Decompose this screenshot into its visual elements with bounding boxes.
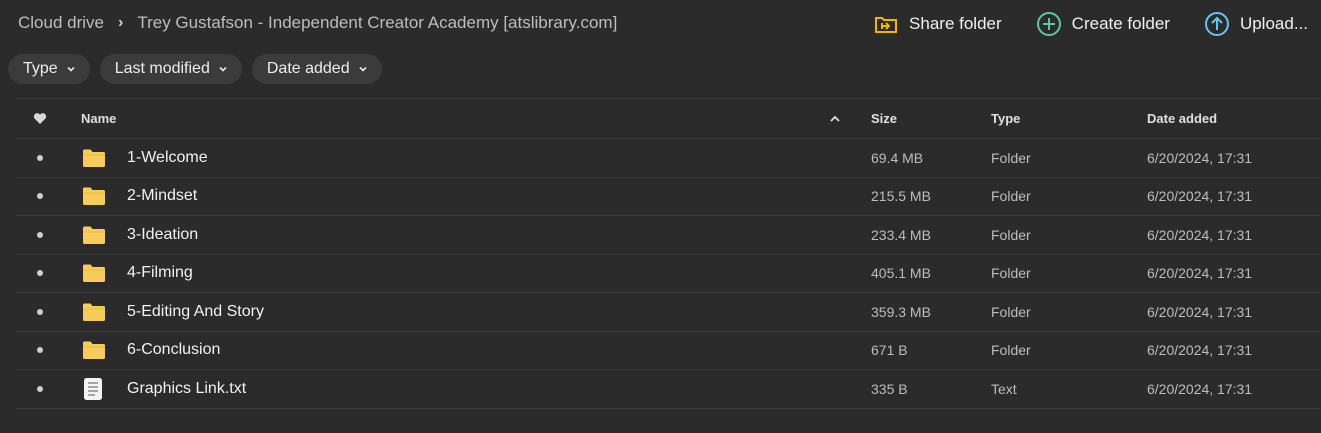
file-name[interactable]: 2-Mindset <box>127 178 197 216</box>
file-date-added: 6/20/2024, 17:31 <box>1147 226 1253 243</box>
filter-last-modified-label: Last modified <box>114 60 210 77</box>
file-type: Folder <box>991 226 1031 243</box>
share-folder-label: Share folder <box>909 14 1002 33</box>
file-size: 335 B <box>871 380 908 397</box>
file-type: Folder <box>991 303 1031 320</box>
favourite-dot-icon <box>37 308 43 315</box>
file-name[interactable]: 6-Conclusion <box>127 332 220 370</box>
create-folder-button[interactable]: Create folder <box>1036 0 1170 48</box>
toolbar-actions: Share folder Create folder Upload... <box>873 0 1321 48</box>
table-row[interactable]: 2-Mindset 215.5 MB Folder 6/20/2024, 17:31 <box>16 178 1321 216</box>
file-size: 671 B <box>871 342 908 359</box>
favourite-dot-icon <box>37 154 43 161</box>
table-row[interactable]: 1-Welcome 69.4 MB Folder 6/20/2024, 17:31 <box>16 139 1321 178</box>
file-list: 1-Welcome 69.4 MB Folder 6/20/2024, 17:31 2-… <box>16 139 1321 409</box>
favourite-dot-icon <box>37 193 43 200</box>
table-row[interactable]: Graphics Link.txt 335 B Text 6/20/2024, 17:… <box>16 370 1321 409</box>
heart-icon <box>33 113 47 124</box>
file-type: Folder <box>991 149 1031 166</box>
file-table: Name Size Type Date added 1-Welcome 69.4 … <box>16 98 1321 409</box>
file-type: Folder <box>991 265 1031 282</box>
file-date-added: 6/20/2024, 17:31 <box>1147 342 1253 359</box>
file-name[interactable]: 4-Filming <box>127 255 193 293</box>
file-name[interactable]: 3-Ideation <box>127 216 198 254</box>
name-column-header[interactable]: Name <box>81 99 116 138</box>
table-row[interactable]: 5-Editing And Story 359.3 MB Folder 6/20/20… <box>16 293 1321 332</box>
filter-last-modified[interactable]: Last modified <box>99 54 242 84</box>
table-row[interactable]: 6-Conclusion 671 B Folder 6/20/2024, 17:31 <box>16 332 1321 370</box>
file-size: 69.4 MB <box>871 149 924 166</box>
chevron-down-icon <box>67 66 75 72</box>
breadcrumb-separator: › <box>118 14 124 31</box>
date-added-column-header[interactable]: Date added <box>1147 99 1217 138</box>
file-size: 233.4 MB <box>871 226 931 243</box>
file-name[interactable]: 5-Editing And Story <box>127 293 264 331</box>
folder-icon <box>82 255 106 293</box>
top-bar: Cloud drive › Trey Gustafson - Independe… <box>0 0 1321 48</box>
table-row[interactable]: 3-Ideation 233.4 MB Folder 6/20/2024, 17:31 <box>16 216 1321 255</box>
filter-type-label: Type <box>23 60 58 77</box>
table-row[interactable]: 4-Filming 405.1 MB Folder 6/20/2024, 17:31 <box>16 255 1321 293</box>
file-date-added: 6/20/2024, 17:31 <box>1147 265 1253 282</box>
share-folder-button[interactable]: Share folder <box>873 0 1002 48</box>
file-size: 359.3 MB <box>871 303 931 320</box>
favourite-toggle[interactable] <box>33 178 47 216</box>
chevron-up-icon <box>830 115 840 122</box>
favourite-dot-icon <box>37 270 43 277</box>
favourite-toggle[interactable] <box>33 216 47 254</box>
favourite-toggle[interactable] <box>33 255 47 293</box>
folder-icon <box>82 216 106 254</box>
folder-icon <box>82 178 106 216</box>
text-file-icon <box>82 370 106 408</box>
filter-date-added[interactable]: Date added <box>251 54 382 84</box>
folder-icon <box>82 293 106 331</box>
file-type: Text <box>991 380 1017 397</box>
chevron-down-icon <box>359 66 367 72</box>
filter-type[interactable]: Type <box>8 54 90 84</box>
table-header: Name Size Type Date added <box>16 99 1321 139</box>
file-size: 215.5 MB <box>871 188 931 205</box>
file-date-added: 6/20/2024, 17:31 <box>1147 149 1253 166</box>
file-name[interactable]: 1-Welcome <box>127 139 208 177</box>
favourite-toggle[interactable] <box>33 139 47 177</box>
upload-label: Upload... <box>1239 14 1308 33</box>
favourite-toggle[interactable] <box>33 370 47 408</box>
favourite-dot-icon <box>37 231 43 238</box>
folder-icon <box>82 332 106 370</box>
file-date-added: 6/20/2024, 17:31 <box>1147 303 1253 320</box>
filter-date-added-label: Date added <box>266 60 350 77</box>
create-folder-label: Create folder <box>1071 14 1170 33</box>
filter-bar: Type Last modified Date added <box>8 54 392 84</box>
share-folder-icon <box>875 17 898 33</box>
plus-circle-icon <box>1036 12 1061 36</box>
upload-arrow-icon <box>1204 12 1229 36</box>
file-type: Folder <box>991 342 1031 359</box>
upload-button[interactable]: Upload... <box>1204 0 1308 48</box>
favourite-toggle[interactable] <box>33 332 47 370</box>
file-size: 405.1 MB <box>871 265 931 282</box>
breadcrumb-current: Trey Gustafson - Independent Creator Aca… <box>137 13 618 32</box>
favourite-column-header[interactable] <box>33 99 47 138</box>
favourite-dot-icon <box>37 385 43 392</box>
type-column-header[interactable]: Type <box>991 99 1020 138</box>
size-column-header[interactable]: Size <box>871 99 897 138</box>
file-type: Folder <box>991 188 1031 205</box>
breadcrumb: Cloud drive › Trey Gustafson - Independe… <box>18 13 617 33</box>
chevron-down-icon <box>219 66 227 72</box>
file-name[interactable]: Graphics Link.txt <box>127 370 246 408</box>
favourite-dot-icon <box>37 347 43 354</box>
file-date-added: 6/20/2024, 17:31 <box>1147 188 1253 205</box>
file-date-added: 6/20/2024, 17:31 <box>1147 380 1253 397</box>
favourite-toggle[interactable] <box>33 293 47 331</box>
sort-ascending-toggle[interactable] <box>829 99 841 138</box>
folder-icon <box>82 139 106 177</box>
breadcrumb-root[interactable]: Cloud drive <box>18 13 104 33</box>
